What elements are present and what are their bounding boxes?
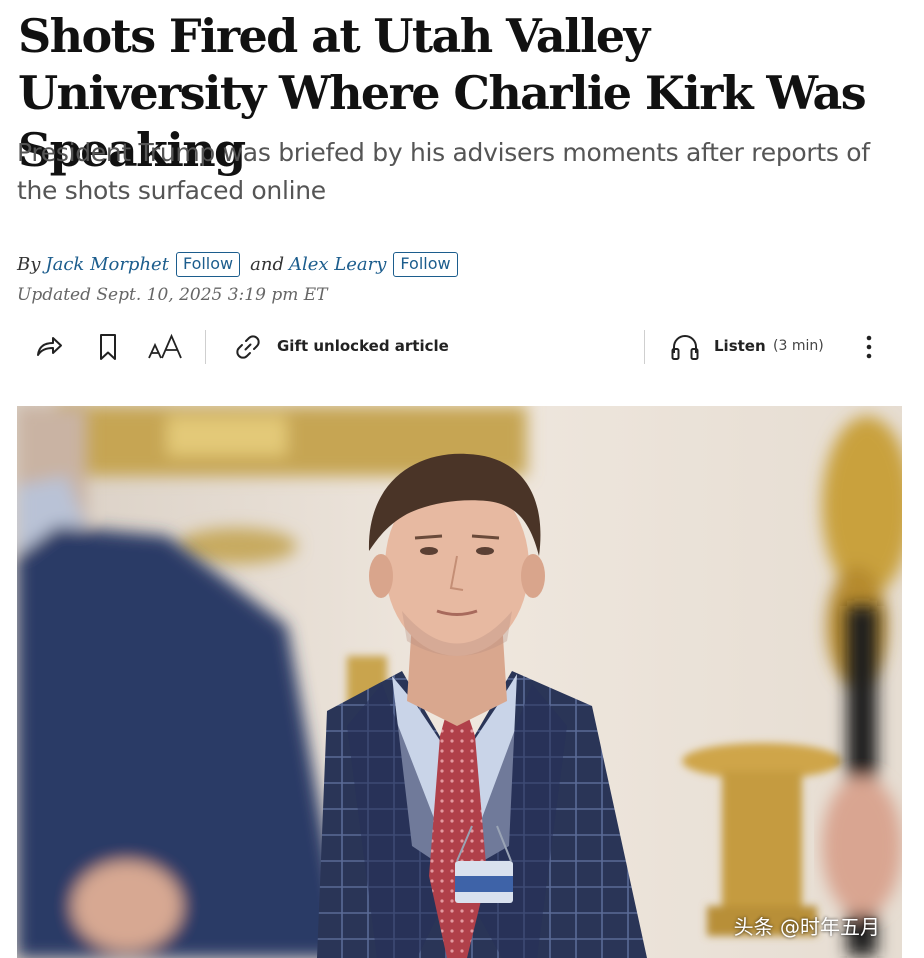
article-photo: 头条 @时年五月 xyxy=(17,406,902,958)
follow-button-2[interactable]: Follow xyxy=(393,251,458,277)
article-toolbar: Gift unlocked article Listen (3 min) xyxy=(17,324,897,370)
updated-timestamp: Updated Sept. 10, 2025 3:19 pm ET xyxy=(17,285,328,305)
share-icon[interactable] xyxy=(33,331,65,363)
more-options-icon[interactable] xyxy=(853,331,885,363)
gift-article-button[interactable]: Gift unlocked article xyxy=(277,337,449,355)
article-dek: President Trump was briefed by his advis… xyxy=(17,138,870,205)
byline-by: By xyxy=(17,253,41,275)
toolbar-divider-2 xyxy=(644,330,645,364)
listen-button[interactable]: Listen xyxy=(714,337,766,355)
follow-button-1[interactable]: Follow xyxy=(175,251,241,277)
bookmark-icon[interactable] xyxy=(92,331,124,363)
photo-illustration xyxy=(17,406,902,958)
author-link-1[interactable]: Jack Morphet xyxy=(45,254,169,275)
text-size-icon[interactable] xyxy=(147,331,185,363)
link-icon[interactable] xyxy=(232,331,264,363)
byline: By Jack Morphet Follow and Alex Leary Fo… xyxy=(17,249,458,279)
toolbar-divider xyxy=(205,330,206,364)
author-link-2[interactable]: Alex Leary xyxy=(289,254,386,275)
watermark: 头条 @时年五月 xyxy=(733,915,880,939)
byline-and: and xyxy=(250,253,284,275)
listen-duration: (3 min) xyxy=(773,338,824,354)
headphones-icon[interactable] xyxy=(669,331,701,363)
